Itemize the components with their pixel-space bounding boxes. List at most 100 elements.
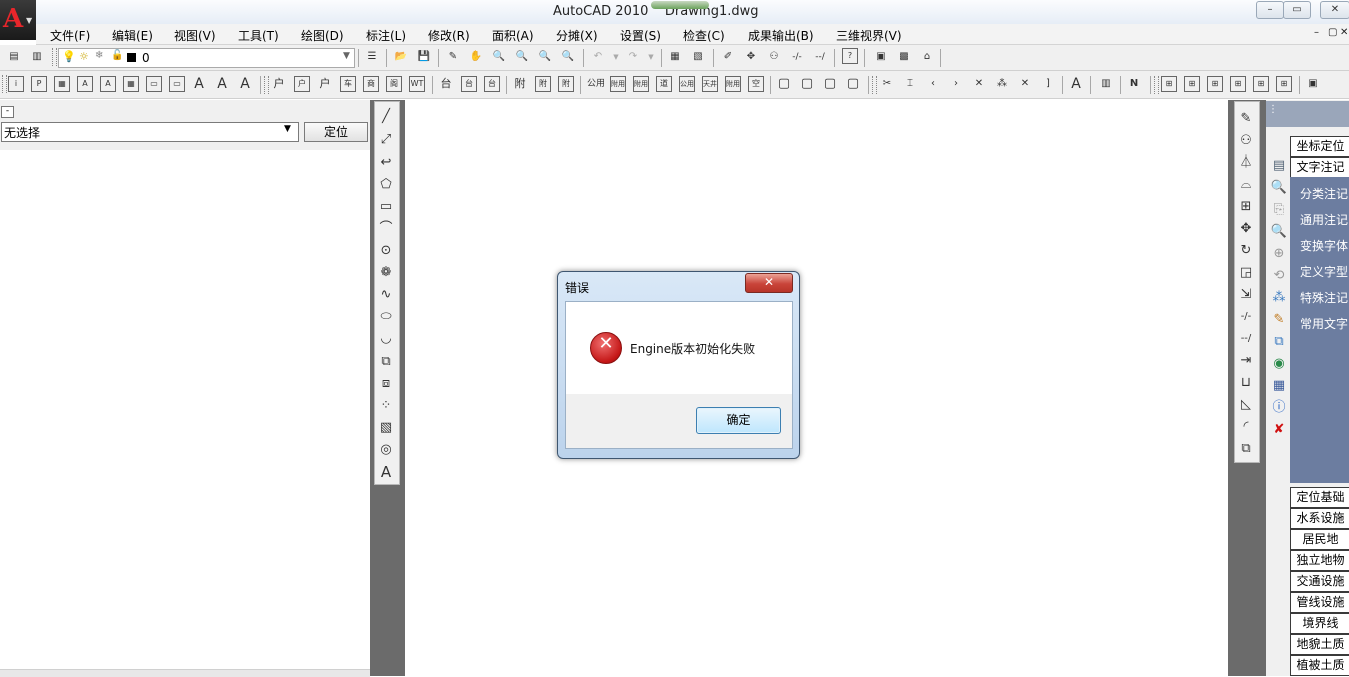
boundary-line-button[interactable]: 境界线: [1290, 613, 1349, 634]
copy-icon[interactable]: ⚇: [1237, 132, 1255, 150]
locate-button[interactable]: 定位: [304, 122, 368, 142]
area-tool-3[interactable]: 户: [316, 75, 334, 93]
spline-icon[interactable]: ∿: [377, 286, 395, 304]
annotate-6-icon[interactable]: ▦: [123, 76, 139, 92]
area-tool-14[interactable]: 公用: [585, 75, 607, 93]
make-block-icon[interactable]: ⧈: [377, 375, 395, 393]
annotate-4-icon[interactable]: A: [77, 76, 93, 92]
hatch-icon[interactable]: ▩: [895, 48, 913, 66]
menu-file[interactable]: 文件(F): [50, 27, 90, 44]
edit-7-icon[interactable]: ✕: [1016, 75, 1034, 93]
menu-settings[interactable]: 设置(S): [620, 27, 661, 44]
ok-button[interactable]: 确定: [696, 407, 781, 434]
mdi-close-button[interactable]: ✕: [1340, 27, 1348, 38]
grid-icon[interactable]: ▦: [1270, 377, 1288, 395]
lines-icon[interactable]: ☰: [363, 48, 381, 66]
polygon-icon[interactable]: ⬠: [377, 176, 395, 194]
match-properties-icon[interactable]: ✎: [444, 48, 462, 66]
submenu-special-annotation[interactable]: 特殊注记: [1300, 289, 1348, 306]
menu-dimension[interactable]: 标注(L): [366, 27, 406, 44]
menu-3d-view[interactable]: 三维视界(V): [836, 27, 902, 44]
area-tool-2[interactable]: 户: [294, 76, 310, 92]
menu-apportion[interactable]: 分摊(X): [556, 27, 598, 44]
area-tool-21[interactable]: 空: [748, 76, 764, 92]
area-tool-16[interactable]: 附用: [633, 76, 649, 92]
explode-icon[interactable]: ⧉: [1237, 440, 1255, 458]
application-menu-button[interactable]: A ▼: [0, 0, 36, 40]
pencil-icon[interactable]: ✎: [1270, 311, 1288, 329]
submenu-category-annotation[interactable]: 分类注记: [1300, 185, 1348, 202]
point-icon[interactable]: ⁘: [377, 397, 395, 415]
area-tool-7[interactable]: WT: [409, 76, 425, 92]
zoom-realtime-icon[interactable]: 🔍: [490, 48, 508, 66]
menu-edit[interactable]: 编辑(E): [112, 27, 153, 44]
toolbar-grip[interactable]: [872, 76, 877, 94]
submenu-common-text[interactable]: 常用文字: [1300, 315, 1348, 332]
vegetation-soil-button[interactable]: 植被土质: [1290, 655, 1349, 676]
ellipse-arc-icon[interactable]: ◡: [377, 330, 395, 348]
extend-icon[interactable]: --/: [1237, 330, 1255, 348]
insert-block-icon[interactable]: ⧉: [377, 353, 395, 371]
search-icon[interactable]: 🔍: [1270, 179, 1288, 197]
area-tool-19[interactable]: 天井: [702, 76, 718, 92]
menu-area[interactable]: 面积(A): [492, 27, 534, 44]
rectangle-icon[interactable]: ▭: [377, 198, 395, 216]
chamfer-icon[interactable]: ◺: [1237, 396, 1255, 414]
delete-icon[interactable]: ✘: [1270, 421, 1288, 439]
text-edit-icon[interactable]: A: [1067, 75, 1085, 93]
area-tool-1[interactable]: 户: [270, 75, 288, 93]
table-5-icon[interactable]: ⊞: [1253, 76, 1269, 92]
area-tool-5[interactable]: 商: [363, 76, 379, 92]
revision-cloud-icon[interactable]: ❁: [377, 264, 395, 282]
break-line-icon[interactable]: -/-: [788, 48, 806, 66]
search-icon[interactable]: 🔍: [1270, 223, 1288, 241]
panel-grip-icon[interactable]: ⋮: [1268, 104, 1278, 115]
drawing-canvas[interactable]: [405, 100, 1228, 676]
save-icon[interactable]: 💾: [415, 48, 433, 66]
toolbar-grip[interactable]: [52, 48, 57, 66]
annotate-1-icon[interactable]: i: [8, 76, 24, 92]
table-1-icon[interactable]: ⊞: [1161, 76, 1177, 92]
table-6-icon[interactable]: ⊞: [1276, 76, 1292, 92]
house-icon[interactable]: ⌂: [918, 48, 936, 66]
table-4-icon[interactable]: ⊞: [1230, 76, 1246, 92]
layer-edit-icon[interactable]: ▥: [1097, 75, 1115, 93]
edit-3-icon[interactable]: ‹: [924, 75, 942, 93]
zoom-extents-icon[interactable]: 🔍: [536, 48, 554, 66]
table-2-icon[interactable]: ⊞: [1184, 76, 1200, 92]
text-a-icon[interactable]: A: [190, 75, 208, 93]
break-icon[interactable]: ⇥: [1237, 352, 1255, 370]
area-tool-17[interactable]: 道: [656, 76, 672, 92]
water-facilities-button[interactable]: 水系设施: [1290, 508, 1349, 529]
nodes-icon[interactable]: ⁂: [1270, 289, 1288, 307]
menu-check[interactable]: 检查(C): [683, 27, 725, 44]
area-tool-10[interactable]: 台: [484, 76, 500, 92]
arc-icon[interactable]: ⌒: [377, 220, 395, 238]
close-window-button[interactable]: ✕: [1320, 1, 1349, 19]
annotate-2-icon[interactable]: P: [31, 76, 47, 92]
annotate-8-icon[interactable]: ▭: [169, 76, 185, 92]
brush-icon[interactable]: ✐: [719, 48, 737, 66]
mdi-minimize-button[interactable]: –: [1314, 27, 1319, 38]
extend-line-icon[interactable]: --/: [811, 48, 829, 66]
polyline-icon[interactable]: ↩: [377, 154, 395, 172]
circle-icon[interactable]: ⊙: [377, 242, 395, 260]
frame-1-icon[interactable]: ▢: [775, 75, 793, 93]
traffic-facilities-button[interactable]: 交通设施: [1290, 571, 1349, 592]
annotate-5-icon[interactable]: A: [100, 76, 116, 92]
edit-4-icon[interactable]: ›: [947, 75, 965, 93]
open-folder-icon[interactable]: 📂: [392, 48, 410, 66]
menu-view[interactable]: 视图(V): [174, 27, 216, 44]
menu-draw[interactable]: 绘图(D): [301, 27, 344, 44]
export-icon[interactable]: ▣: [1304, 75, 1322, 93]
block-icon[interactable]: ▣: [872, 48, 890, 66]
locate-base-button[interactable]: 定位基础: [1290, 487, 1349, 508]
minimize-button[interactable]: –: [1256, 1, 1284, 19]
design-center-icon[interactable]: ▧: [689, 48, 707, 66]
zoom-previous-icon[interactable]: 🔍: [559, 48, 577, 66]
collapse-button[interactable]: -: [1, 106, 14, 118]
info-icon[interactable]: ⓘ: [1270, 399, 1288, 417]
independent-features-button[interactable]: 独立地物: [1290, 550, 1349, 571]
submenu-change-font[interactable]: 变换字体: [1300, 237, 1348, 254]
frame-4-icon[interactable]: ▢: [844, 75, 862, 93]
